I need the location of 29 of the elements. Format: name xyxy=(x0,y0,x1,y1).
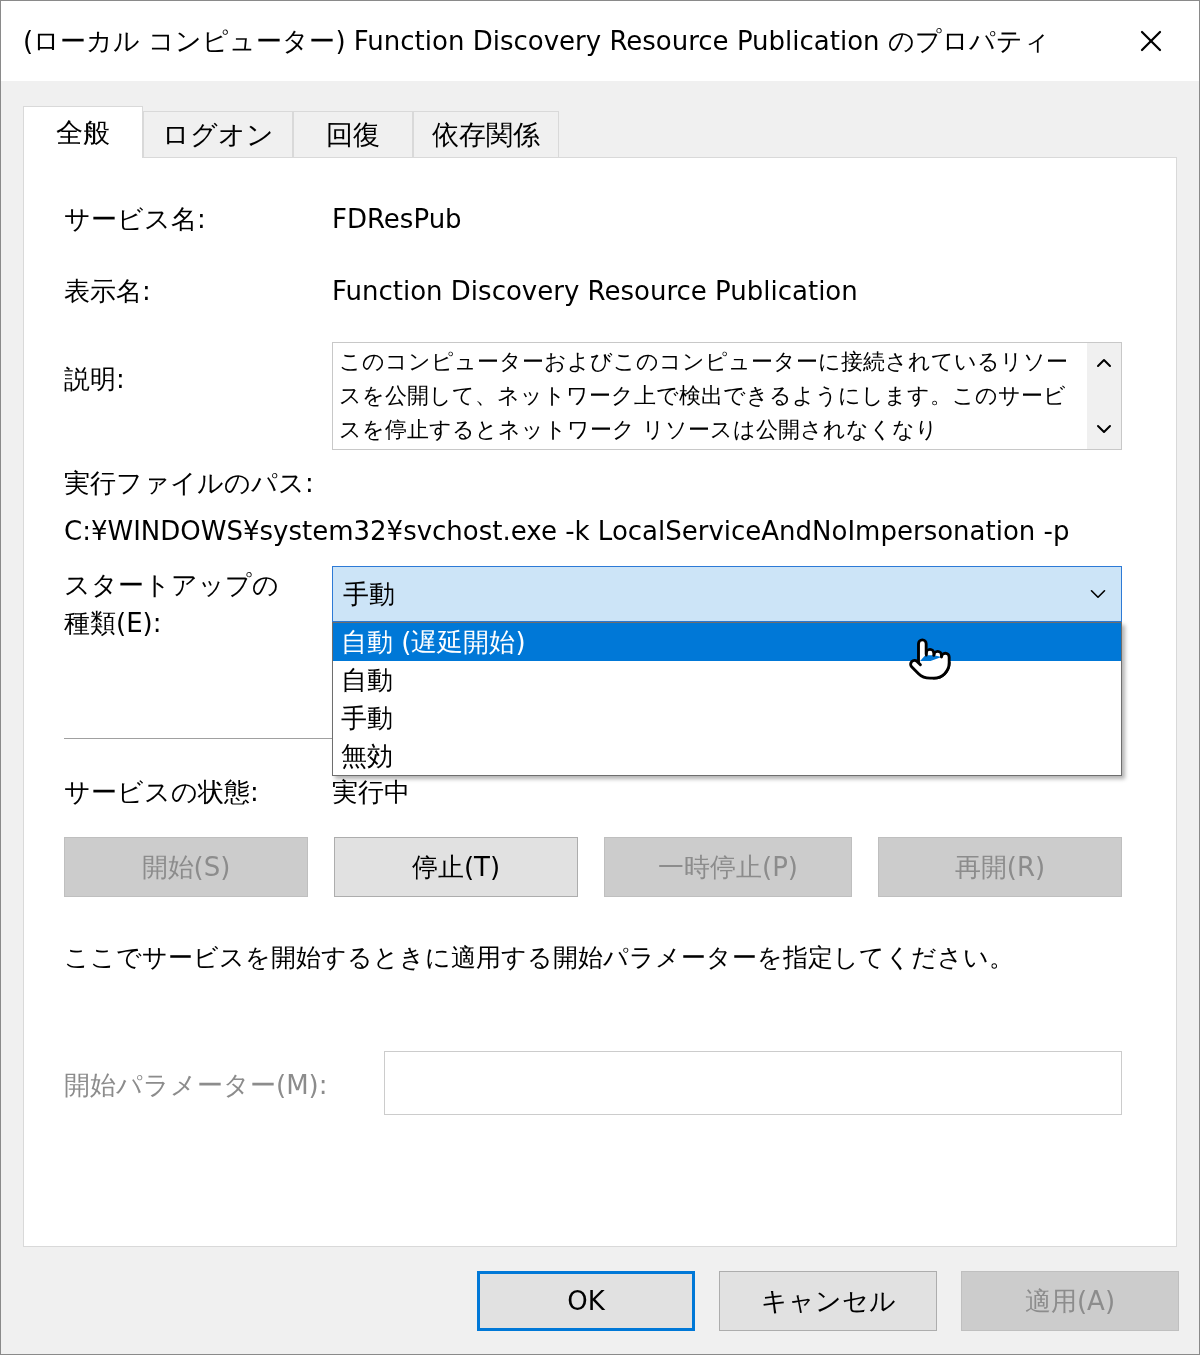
dropdown-option[interactable]: 無効 xyxy=(333,737,1121,775)
path-value: C:¥WINDOWS¥system32¥svchost.exe -k LocalServiceAndNoImpersonation -p xyxy=(64,515,1070,548)
field-label: 実行ファイルのパス: xyxy=(64,467,314,500)
service-control-button[interactable]: 停止(T) xyxy=(334,837,578,897)
dropdown-option[interactable]: 手動 xyxy=(333,699,1121,737)
dialog-button[interactable]: キャンセル xyxy=(719,1271,937,1331)
field-value: FDResPub xyxy=(332,203,462,236)
tab[interactable]: 全般 xyxy=(23,106,143,158)
field-value: Function Discovery Resource Publication xyxy=(332,275,858,308)
description-box[interactable]: このコンピューターおよびこのコンピューターに接続されているリソースを公開して、ネットワーク上で検出できるようにします。このサービスを停止するとネットワーク リソースは公開されなくなり xyxy=(332,342,1122,450)
tab[interactable]: 回復 xyxy=(293,111,413,157)
hand-cursor-icon xyxy=(907,636,953,682)
field-label: 表示名: xyxy=(64,275,152,308)
dropdown-option[interactable]: 自動 (遅延開始) xyxy=(333,623,1121,661)
scrollbar[interactable] xyxy=(1087,343,1121,449)
window-title: (ローカル コンピューター) Function Discovery Resource Publication のプロパティ xyxy=(23,24,1050,58)
field-label: サービスの状態: xyxy=(64,776,260,809)
tab[interactable]: 依存関係 xyxy=(413,111,559,157)
dialog-button[interactable]: OK xyxy=(477,1271,695,1331)
field-label: 説明: xyxy=(64,363,126,396)
tab[interactable]: ログオン xyxy=(143,111,293,157)
field-label: スタートアップの種類(E): xyxy=(64,569,280,640)
field-value: 実行中 xyxy=(332,776,410,809)
field-label: 開始パラメーター(M): xyxy=(64,1069,329,1102)
description-text: このコンピューターおよびこのコンピューターに接続されているリソースを公開して、ネットワーク上で検出できるようにします。このサービスを停止するとネットワーク リソースは公開されなくなり xyxy=(338,348,1069,444)
field-label: サービス名: xyxy=(64,203,207,236)
dropdown-option[interactable]: 自動 xyxy=(333,661,1121,699)
instruction-text: ここでサービスを開始するときに適用する開始パラメーターを指定してください。 xyxy=(64,942,1015,974)
startup-type-dropdown[interactable]: 手動 xyxy=(332,566,1122,622)
